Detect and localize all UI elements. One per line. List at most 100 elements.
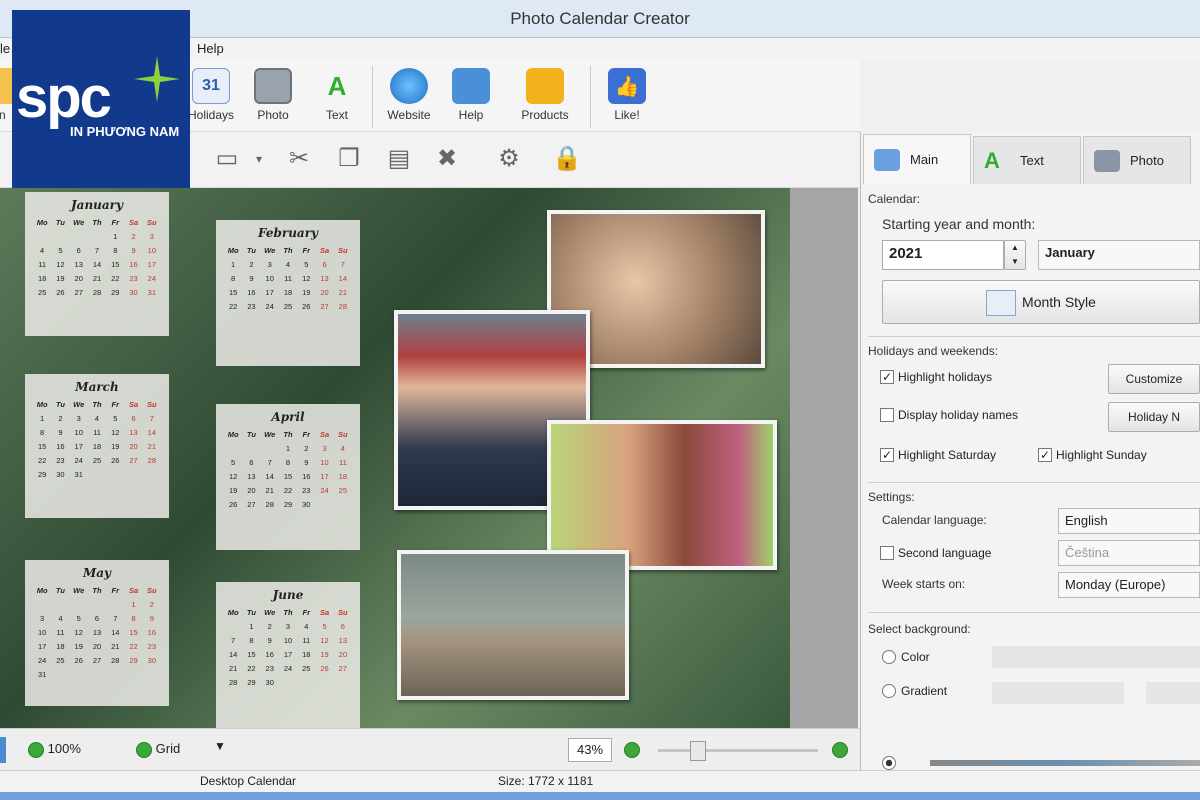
- day-cell: 10: [320, 458, 329, 467]
- weekday-header: Mo: [36, 586, 48, 595]
- weekday-header: Fr: [111, 218, 120, 227]
- day-cell: 15: [283, 472, 293, 481]
- day-cell: 12: [56, 260, 65, 269]
- day-cell: 4: [304, 622, 309, 631]
- tab-text[interactable]: A Text: [973, 136, 1081, 184]
- weekday-header: Th: [92, 586, 102, 595]
- month-calendar-june[interactable]: June Mo Tu We Th Fr Sa Su 1 2 3 4 5 6 7 8 9 10 11 12 13 14 15…: [216, 582, 360, 728]
- photo-label: Photo: [257, 108, 289, 122]
- customize-button[interactable]: Customize: [1108, 364, 1200, 394]
- cut-icon[interactable]: ✂: [284, 144, 314, 174]
- tab-main[interactable]: Main: [863, 134, 971, 184]
- color-swatch[interactable]: [992, 646, 1200, 668]
- year-input[interactable]: 2021: [882, 240, 1004, 270]
- holiday-names-button[interactable]: Holiday N: [1108, 402, 1200, 432]
- second-language-checkbox[interactable]: Second language: [880, 546, 991, 560]
- calendar-grid: Mo Tu We Th Fr Sa Su 1 2 3 4 5 6 7 8 9 10 11 12 13 14 15 16 17 1…: [33, 586, 161, 679]
- delete-icon[interactable]: ✖: [432, 144, 462, 174]
- second-language-select[interactable]: Čeština: [1058, 540, 1200, 566]
- day-cell: 7: [94, 246, 100, 255]
- day-cell: 15: [247, 650, 256, 659]
- gradient-radio[interactable]: Gradient: [882, 684, 947, 698]
- grid-button[interactable]: Grid: [136, 741, 180, 758]
- zoom-slider-handle[interactable]: [690, 741, 706, 761]
- month-calendar-february[interactable]: February Mo Tu We Th Fr Sa Su 1 2 3 4 5 6 7 8 9 10 11 12 13…: [216, 220, 360, 366]
- text-button[interactable]: A Text: [304, 66, 370, 128]
- highlight-sunday-checkbox[interactable]: ✓ Highlight Sunday: [1038, 448, 1147, 462]
- day-cell: 29: [283, 500, 293, 509]
- day-cell: 2: [58, 414, 63, 423]
- zoom-100-button[interactable]: 100%: [28, 741, 81, 758]
- day-cell: 24: [283, 664, 293, 673]
- day-cell: 1: [40, 414, 45, 423]
- day-cell: 2: [149, 600, 154, 609]
- weekday-header: Th: [92, 400, 102, 409]
- month-calendar-january[interactable]: January Mo Tu We Th Fr Sa Su 1 2 3 4 5 6 7 8 9 10 11 12 13 1…: [25, 192, 169, 336]
- day-cell: 24: [320, 486, 329, 495]
- help-button[interactable]: Help: [438, 66, 504, 128]
- display-holiday-names-checkbox[interactable]: Display holiday names: [880, 408, 1018, 422]
- day-cell: 3: [40, 614, 45, 623]
- copy-icon[interactable]: ❐: [334, 144, 364, 174]
- calendar-grid: Mo Tu We Th Fr Sa Su 1 2 3 4 5 6 7 8 9 10 11 12 13 14 15 16 17 1…: [224, 608, 352, 687]
- tab-photo[interactable]: Photo: [1083, 136, 1191, 184]
- weekday-header: Mo: [36, 400, 48, 409]
- day-cell: 8: [113, 246, 118, 255]
- weekday-header: Fr: [302, 608, 311, 617]
- calendar-language-select[interactable]: English: [1058, 508, 1200, 534]
- zoom-in-button[interactable]: [832, 741, 848, 758]
- month-calendar-april[interactable]: April Mo Tu We Th Fr Sa Su 1 2 3 4 5 6 7 8 9 10 11 12 13 14 1…: [216, 404, 360, 550]
- day-cell: 21: [265, 486, 274, 495]
- photo-button[interactable]: Photo: [240, 66, 306, 128]
- settings-icon[interactable]: ⚙: [494, 144, 524, 174]
- day-cell: 6: [94, 614, 100, 623]
- weekday-header: Tu: [55, 586, 65, 595]
- canvas-size: Size: 1772 x 1181: [498, 774, 594, 788]
- day-cell: 23: [247, 302, 256, 311]
- month-style-button[interactable]: Month Style: [882, 280, 1200, 324]
- highlight-saturday-checkbox[interactable]: ✓ Highlight Saturday: [880, 448, 996, 462]
- zoom-value[interactable]: 43%: [568, 738, 612, 762]
- gradient-start-swatch[interactable]: [992, 682, 1124, 704]
- day-cell: 13: [74, 260, 83, 269]
- day-cell: 29: [247, 678, 256, 687]
- day-cell: 13: [92, 628, 102, 637]
- photo-child-teddy[interactable]: [397, 550, 629, 700]
- month-select[interactable]: January: [1038, 240, 1200, 270]
- calendar-canvas[interactable]: January Mo Tu We Th Fr Sa Su 1 2 3 4 5 6 7 8 9 10 11 12 13 1…: [0, 188, 790, 728]
- day-cell: 26: [56, 288, 65, 297]
- month-calendar-march[interactable]: March Mo Tu We Th Fr Sa Su 1 2 3 4 5 6 7 8 9 10 11 12 13 14 1…: [25, 374, 169, 518]
- day-cell: 5: [76, 614, 81, 623]
- day-cell: 4: [94, 414, 100, 423]
- day-cell: 23: [265, 664, 274, 673]
- checkbox-checked-icon: ✓: [880, 448, 894, 462]
- year-spinner[interactable]: ▲ ▼: [1004, 240, 1026, 270]
- website-button[interactable]: Website: [376, 66, 442, 128]
- menu-help[interactable]: Help: [197, 41, 224, 56]
- image-radio[interactable]: [882, 756, 896, 770]
- lock-icon[interactable]: 🔒: [552, 144, 582, 174]
- day-cell: 19: [320, 650, 329, 659]
- day-cell: 6: [340, 622, 345, 631]
- layer-icon[interactable]: ▭: [212, 144, 242, 174]
- month-calendar-may[interactable]: May Mo Tu We Th Fr Sa Su 1 2 3 4 5 6 7 8 9 10 11 12 13 14 15 1…: [25, 560, 169, 706]
- dropdown-arrow-icon[interactable]: ▾: [244, 144, 274, 174]
- color-radio[interactable]: Color: [882, 650, 930, 664]
- zoom-out-button[interactable]: [624, 741, 640, 758]
- day-cell: 10: [147, 246, 157, 255]
- day-cell: 25: [37, 288, 47, 297]
- divider: [868, 612, 1200, 613]
- highlight-holidays-checkbox[interactable]: ✓ Highlight holidays: [880, 370, 992, 384]
- photo-children-kiss[interactable]: [547, 420, 777, 570]
- zoom-slider[interactable]: [658, 749, 818, 752]
- day-cell: 21: [111, 642, 120, 651]
- like-button[interactable]: 👍 Like!: [594, 66, 660, 128]
- menu-file[interactable]: le: [0, 41, 10, 56]
- background-thumbnails[interactable]: [930, 760, 1200, 766]
- grid-dropdown-icon[interactable]: ▼: [214, 739, 226, 753]
- products-button[interactable]: Products: [512, 66, 578, 128]
- week-starts-select[interactable]: Monday (Europe): [1058, 572, 1200, 598]
- gradient-end-swatch[interactable]: [1146, 682, 1200, 704]
- view-statusbar: 100% Grid ▼ 43%: [0, 728, 860, 770]
- paste-icon[interactable]: ▤: [384, 144, 414, 174]
